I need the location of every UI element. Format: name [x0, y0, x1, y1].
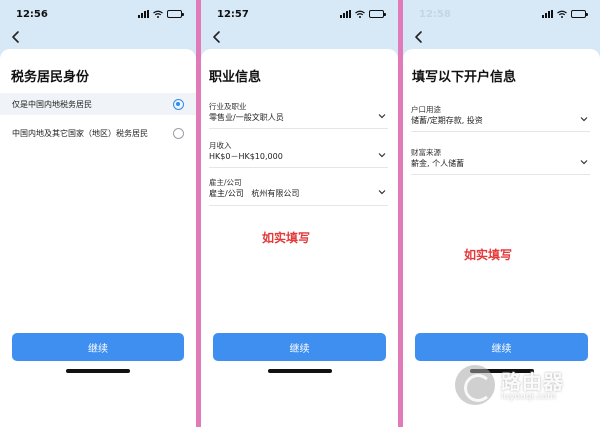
home-indicator	[469, 369, 534, 373]
wifi-icon	[355, 10, 365, 18]
status-icons	[138, 10, 184, 18]
status-icons	[340, 10, 386, 18]
option-mainland-only[interactable]: 仅是中国内地税务居民	[0, 93, 196, 115]
status-time: 12:56	[16, 9, 48, 20]
annotation-note: 如实填写	[464, 248, 513, 262]
status-bar: 12:58	[403, 0, 600, 26]
status-icons	[542, 10, 588, 18]
industry-occupation-select[interactable]: 行业及职业 零售业/一般文职人员	[209, 101, 388, 129]
back-arrow-icon[interactable]	[211, 30, 223, 44]
status-time: 12:58	[419, 9, 451, 20]
continue-button[interactable]: 继续	[213, 333, 386, 361]
option-label: 仅是中国内地税务居民	[12, 99, 92, 109]
employer-select[interactable]: 雇主/公司 雇主/公司 杭州有限公司	[209, 177, 388, 206]
status-bar: 12:56	[0, 0, 196, 26]
battery-icon	[369, 10, 386, 18]
signal-icon	[138, 10, 149, 18]
screen-occupation-info: 12:57 职业信息 行业及职业 零售业/一般文职人员 月收入 HK$0－HK$…	[201, 0, 398, 427]
field-value: HK$0－HK$10,000	[209, 152, 283, 161]
page-title: 填写以下开户信息	[412, 70, 517, 85]
field-value: 储蓄/定期存款, 投资	[411, 116, 483, 125]
form-card: 职业信息 行业及职业 零售业/一般文职人员 月收入 HK$0－HK$10,000…	[201, 49, 398, 427]
wealth-source-select[interactable]: 财富来源 薪金, 个人储蓄	[411, 147, 590, 175]
monthly-income-select[interactable]: 月收入 HK$0－HK$10,000	[209, 140, 388, 168]
annotation-note: 如实填写	[262, 231, 311, 245]
field-label: 户口用途	[411, 105, 441, 114]
page-title: 税务居民身份	[11, 70, 90, 85]
chevron-down-icon[interactable]	[378, 152, 386, 158]
home-indicator	[267, 369, 332, 373]
option-label: 中国内地及其它国家（地区）税务居民	[12, 128, 148, 138]
battery-icon	[571, 10, 588, 18]
home-indicator	[66, 369, 130, 373]
form-card: 税务居民身份 仅是中国内地税务居民 中国内地及其它国家（地区）税务居民 继续	[0, 49, 196, 427]
field-label: 雇主/公司	[209, 178, 242, 187]
field-value: 零售业/一般文职人员	[209, 113, 284, 122]
chevron-down-icon[interactable]	[378, 189, 386, 195]
continue-button[interactable]: 继续	[12, 333, 184, 361]
battery-icon	[167, 10, 184, 18]
account-purpose-select[interactable]: 户口用途 储蓄/定期存款, 投资	[411, 104, 590, 132]
field-label: 财富来源	[411, 148, 441, 157]
chevron-down-icon[interactable]	[580, 116, 588, 122]
back-arrow-icon[interactable]	[10, 30, 22, 44]
status-bar: 12:57	[201, 0, 398, 26]
screen-tax-residency: 12:56 税务居民身份 仅是中国内地税务居民 中国内地及其它国家（地区）税务居…	[0, 0, 196, 427]
option-mainland-and-other[interactable]: 中国内地及其它国家（地区）税务居民	[0, 122, 196, 144]
field-value: 雇主/公司 杭州有限公司	[209, 189, 300, 198]
chevron-down-icon[interactable]	[580, 159, 588, 165]
screen-account-info: 12:58 填写以下开户信息 户口用途 储蓄/定期存款, 投资 财富来源 薪金,…	[403, 0, 600, 427]
form-card: 填写以下开户信息 户口用途 储蓄/定期存款, 投资 财富来源 薪金, 个人储蓄 …	[403, 49, 600, 427]
back-arrow-icon[interactable]	[413, 30, 425, 44]
field-value: 薪金, 个人储蓄	[411, 159, 465, 168]
wifi-icon	[557, 10, 567, 18]
field-label: 月收入	[209, 141, 232, 150]
status-time: 12:57	[217, 9, 249, 20]
page-title: 职业信息	[209, 70, 262, 85]
continue-button[interactable]: 继续	[415, 333, 588, 361]
wifi-icon	[153, 10, 163, 18]
radio-unselected-icon[interactable]	[173, 127, 184, 139]
signal-icon	[542, 10, 553, 18]
radio-selected-icon[interactable]	[173, 98, 184, 110]
field-label: 行业及职业	[209, 102, 247, 111]
signal-icon	[340, 10, 351, 18]
chevron-down-icon[interactable]	[378, 113, 386, 119]
